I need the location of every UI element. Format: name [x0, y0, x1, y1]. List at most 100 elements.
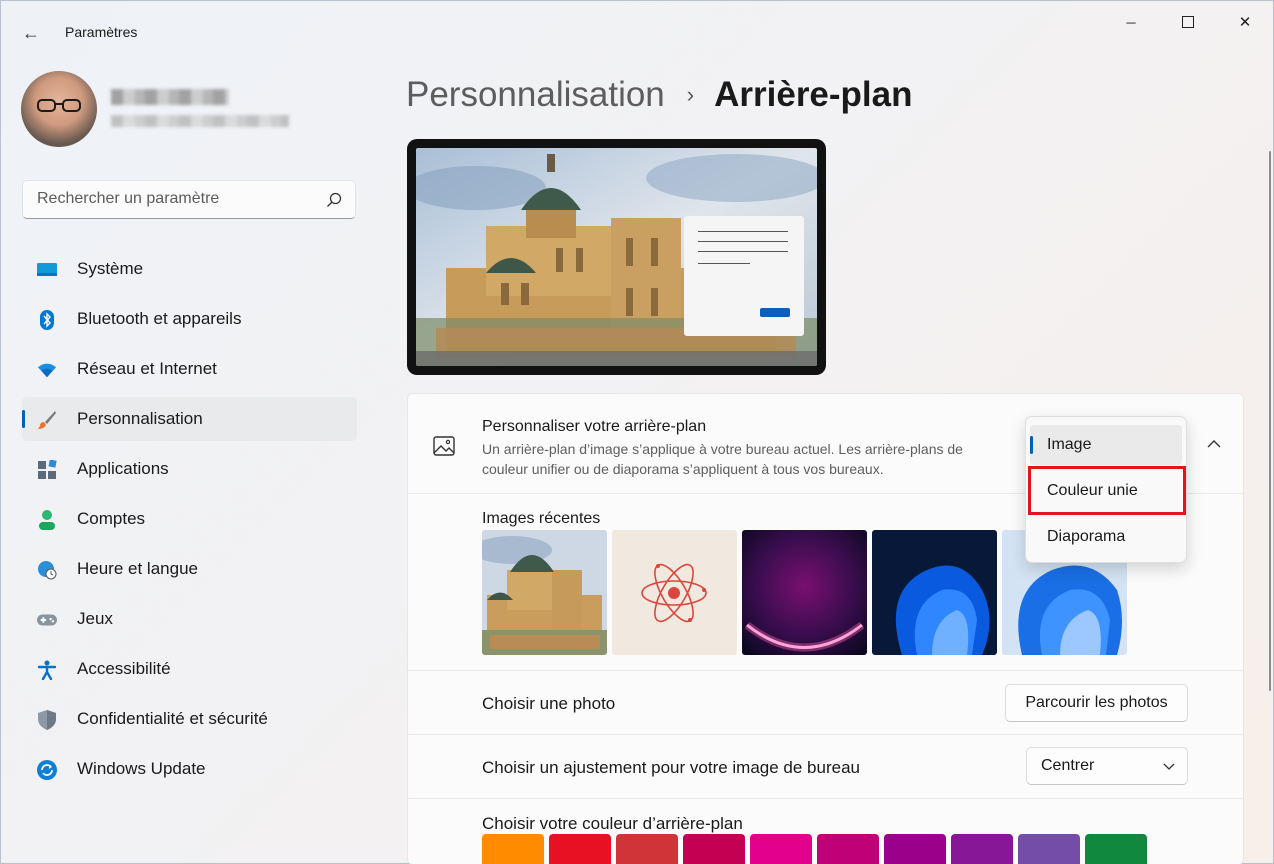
fit-dropdown[interactable]: Centrer — [1026, 747, 1188, 785]
person-icon — [37, 510, 57, 530]
image-icon — [433, 436, 455, 456]
color-swatch[interactable] — [884, 834, 946, 864]
wifi-icon — [37, 360, 57, 380]
breadcrumb: Personnalisation › Arrière-plan — [406, 75, 913, 115]
search-input[interactable] — [24, 182, 314, 216]
blue-bloom-dark-thumbnail-image — [872, 530, 997, 655]
browse-photos-button[interactable]: Parcourir les photos — [1005, 684, 1188, 722]
menu-item-image[interactable]: Image — [1030, 425, 1182, 465]
recent-image-purple-bloom[interactable] — [742, 530, 867, 655]
color-swatch[interactable] — [750, 834, 812, 864]
sidebar-item-reseau[interactable]: Réseau et Internet — [22, 347, 357, 391]
sidebar-item-windows-update[interactable]: Windows Update — [22, 747, 357, 791]
sidebar-item-label: Accessibilité — [77, 659, 171, 678]
sidebar-item-label: Jeux — [77, 609, 113, 628]
gamepad-icon — [37, 610, 57, 630]
collapse-button[interactable] — [1202, 432, 1226, 456]
chevron-down-icon — [1163, 763, 1175, 770]
recent-images-label: Images récentes — [482, 510, 601, 527]
minimize-button[interactable]: ─ — [1108, 9, 1154, 35]
sidebar-item-accessibilite[interactable]: Accessibilité — [22, 647, 357, 691]
sidebar-item-systeme[interactable]: Système — [22, 247, 357, 291]
menu-item-label: Diaporama — [1047, 528, 1126, 545]
user-email-redacted — [111, 115, 289, 127]
cathedral-thumbnail-image — [482, 530, 607, 655]
brush-icon — [37, 410, 57, 430]
sidebar-item-applications[interactable]: Applications — [22, 447, 357, 491]
breadcrumb-parent[interactable]: Personnalisation — [406, 75, 665, 115]
sidebar-item-label: Réseau et Internet — [77, 359, 217, 378]
sidebar-item-label: Bluetooth et appareils — [77, 309, 242, 328]
sidebar-item-jeux[interactable]: Jeux — [22, 597, 357, 641]
page-title: Arrière-plan — [714, 75, 913, 114]
fit-label: Choisir un ajustement pour votre image d… — [482, 758, 860, 777]
title-bar: ← Paramètres ─ ✕ — [1, 1, 1274, 65]
avatar-glasses-icon — [37, 99, 81, 112]
sidebar-item-confidentialite[interactable]: Confidentialité et sécurité — [22, 697, 357, 741]
background-color-label: Choisir votre couleur d’arrière-plan — [482, 814, 743, 833]
preview-screen — [416, 148, 817, 366]
preview-button — [760, 308, 790, 317]
sidebar-item-label: Windows Update — [77, 759, 206, 778]
avatar[interactable] — [21, 71, 97, 147]
divider — [408, 798, 1243, 799]
color-swatch[interactable] — [951, 834, 1013, 864]
globe-clock-icon — [37, 560, 57, 580]
sidebar-item-personnalisation[interactable]: Personnalisation — [22, 397, 357, 441]
color-swatch[interactable] — [482, 834, 544, 864]
background-setting-title: Personnaliser votre arrière-plan — [482, 418, 707, 435]
update-icon — [37, 760, 57, 780]
recent-image-cathedral[interactable] — [482, 530, 607, 655]
color-swatches — [482, 834, 1147, 864]
purple-bloom-thumbnail-image — [742, 530, 867, 655]
preview-line — [698, 241, 788, 242]
sidebar-item-label: Applications — [77, 459, 169, 478]
color-swatch[interactable] — [683, 834, 745, 864]
settings-window: ← Paramètres ─ ✕ Système — [0, 0, 1274, 864]
background-type-dropdown-menu: Image Couleur unie Diaporama — [1025, 416, 1187, 563]
sidebar-item-label: Heure et langue — [77, 559, 198, 578]
atom-thumbnail-image — [612, 530, 737, 655]
shield-icon — [37, 710, 57, 730]
minimize-icon: ─ — [1126, 14, 1136, 30]
recent-image-atom[interactable] — [612, 530, 737, 655]
recent-image-blue-bloom-dark[interactable] — [872, 530, 997, 655]
color-swatch[interactable] — [616, 834, 678, 864]
menu-item-label: Couleur unie — [1047, 482, 1138, 499]
close-button[interactable]: ✕ — [1222, 9, 1268, 35]
apps-icon — [37, 460, 57, 480]
preview-line — [698, 251, 788, 252]
color-swatch[interactable] — [1018, 834, 1080, 864]
back-button[interactable]: ← — [15, 19, 47, 47]
menu-item-diaporama[interactable]: Diaporama — [1030, 517, 1182, 557]
divider — [408, 734, 1243, 735]
system-icon — [37, 260, 57, 280]
preview-line — [698, 263, 750, 264]
sidebar-item-heure[interactable]: Heure et langue — [22, 547, 357, 591]
sidebar-nav: Système Bluetooth et appareils Réseau et… — [22, 247, 357, 797]
sidebar-item-label: Confidentialité et sécurité — [77, 709, 268, 728]
back-arrow-icon: ← — [22, 22, 40, 43]
preview-window-mockup — [684, 216, 804, 336]
chevron-up-icon — [1207, 440, 1221, 448]
fit-value: Centrer — [1041, 757, 1095, 774]
maximize-button[interactable] — [1165, 9, 1211, 35]
search-box[interactable] — [22, 180, 356, 219]
divider — [408, 670, 1243, 671]
app-title: Paramètres — [65, 24, 138, 40]
search-icon[interactable] — [325, 191, 343, 209]
color-swatch[interactable] — [1085, 834, 1147, 864]
breadcrumb-chevron-icon: › — [686, 82, 695, 107]
background-setting-description: Un arrière-plan d’image s’applique à vot… — [482, 441, 963, 477]
sidebar-item-bluetooth[interactable]: Bluetooth et appareils — [22, 297, 357, 341]
sidebar-item-comptes[interactable]: Comptes — [22, 497, 357, 541]
color-swatch[interactable] — [549, 834, 611, 864]
sidebar-item-label: Comptes — [77, 509, 146, 528]
scrollbar[interactable] — [1269, 151, 1271, 691]
sidebar-item-label: Système — [77, 259, 144, 278]
menu-item-couleur-unie[interactable]: Couleur unie — [1030, 471, 1182, 511]
menu-item-label: Image — [1047, 436, 1092, 453]
color-swatch[interactable] — [817, 834, 879, 864]
preview-line — [698, 231, 788, 232]
close-icon: ✕ — [1238, 14, 1252, 31]
